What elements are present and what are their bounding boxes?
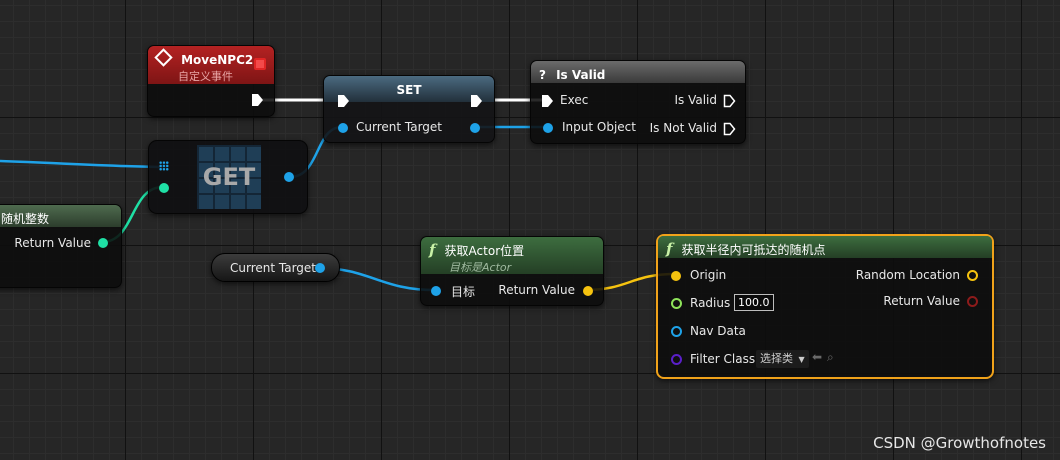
filter-class-select[interactable]: 选择类 ▼ xyxy=(756,350,809,368)
get-random-reachable-title: 获取半径内可抵达的随机点 xyxy=(681,243,826,257)
get-actor-location-target-label: 目标 xyxy=(451,285,476,299)
custom-event-node[interactable]: MoveNPC2 自定义事件 xyxy=(147,45,275,117)
nav-data-in-pin[interactable] xyxy=(671,326,682,337)
radius-label: Radius xyxy=(690,296,731,310)
get-actor-location-target-pin[interactable] xyxy=(431,286,441,296)
set-current-target-out-pin[interactable] xyxy=(470,123,480,133)
is-valid-exec-in-pin[interactable] xyxy=(541,94,554,108)
question-icon: ? xyxy=(539,68,546,82)
return-value-label: Return Value xyxy=(883,294,960,308)
function-icon: f xyxy=(666,240,673,258)
custom-event-subtitle: 自定义事件 xyxy=(178,70,233,83)
is-valid-exec-label: Exec xyxy=(560,93,589,107)
radius-in-pin[interactable] xyxy=(671,298,682,309)
current-target-getter-label: Current Target xyxy=(230,261,317,275)
is-valid-input-object-pin[interactable] xyxy=(543,123,553,133)
get-actor-location-node[interactable]: f 获取Actor位置 目标是Actor 目标 Return Value xyxy=(420,236,604,306)
function-icon: f xyxy=(429,241,436,259)
set-current-target-label: Current Target xyxy=(356,120,443,134)
browse-search-icon[interactable]: ⌕ xyxy=(827,350,834,365)
get-out-pin[interactable] xyxy=(284,172,294,182)
use-selected-arrow-icon[interactable]: ⬅ xyxy=(812,350,822,364)
filter-class-in-pin[interactable] xyxy=(671,354,682,365)
origin-in-pin[interactable] xyxy=(671,271,681,281)
object-wire-left-get[interactable] xyxy=(0,159,163,169)
get-index-in-pin[interactable] xyxy=(159,183,169,193)
nav-data-label: Nav Data xyxy=(690,324,746,338)
set-node[interactable]: SET Current Target xyxy=(323,75,495,143)
set-exec-in-pin[interactable] xyxy=(337,94,350,108)
get-random-reachable-point-node[interactable]: f 获取半径内可抵达的随机点 Origin Radius 100.0 Nav D… xyxy=(656,234,994,379)
is-valid-out-label: Is Valid xyxy=(674,93,717,107)
is-valid-node[interactable]: ? Is Valid Exec Input Object Is Valid Is… xyxy=(530,60,746,144)
return-value-out-pin[interactable] xyxy=(967,296,978,307)
random-integer-node[interactable]: 随机整数 Return Value xyxy=(0,204,122,288)
get-title-box: GET xyxy=(197,145,261,209)
get-random-reachable-header: f 获取半径内可抵达的随机点 xyxy=(658,236,992,258)
array-grid-icon xyxy=(159,161,169,171)
chevron-down-icon: ▼ xyxy=(798,355,805,364)
event-exec-out-pin[interactable] xyxy=(251,93,264,107)
filter-class-select-value: 选择类 xyxy=(760,352,793,365)
watermark: CSDN @Growthofnotes xyxy=(873,434,1046,452)
random-integer-header: 随机整数 xyxy=(0,205,121,227)
get-actor-location-return-pin[interactable] xyxy=(583,286,593,296)
get-actor-location-return-label: Return Value xyxy=(498,283,575,297)
filter-class-label: Filter Class xyxy=(690,352,756,366)
get-title: GET xyxy=(202,163,256,191)
get-actor-location-header: f 获取Actor位置 目标是Actor xyxy=(421,237,603,274)
array-get-node[interactable]: GET xyxy=(148,140,308,214)
get-actor-location-subtitle: 目标是Actor xyxy=(449,261,512,274)
radius-value-input[interactable]: 100.0 xyxy=(734,294,774,311)
is-valid-exec-out-pin[interactable] xyxy=(723,94,736,108)
random-location-out-pin[interactable] xyxy=(967,270,978,281)
event-diamond-icon xyxy=(154,48,173,67)
random-integer-title: 随机整数 xyxy=(1,212,50,226)
set-exec-out-pin[interactable] xyxy=(470,94,483,108)
set-current-target-in-pin[interactable] xyxy=(338,123,348,133)
is-not-valid-exec-out-pin[interactable] xyxy=(723,122,736,136)
is-not-valid-out-label: Is Not Valid xyxy=(649,121,717,135)
random-integer-return-pin[interactable] xyxy=(98,238,108,248)
custom-event-title: MoveNPC2 xyxy=(181,53,254,67)
set-title: SET xyxy=(396,83,422,97)
random-integer-return-label: Return Value xyxy=(14,236,91,250)
current-target-getter-pin[interactable] xyxy=(315,263,325,273)
random-location-label: Random Location xyxy=(855,268,960,282)
origin-label: Origin xyxy=(690,268,727,282)
current-target-getter[interactable]: Current Target xyxy=(211,253,340,282)
delegate-pin-icon[interactable] xyxy=(254,58,266,70)
is-valid-header: ? Is Valid xyxy=(531,61,745,83)
is-valid-input-object-label: Input Object xyxy=(562,120,636,134)
get-actor-location-title: 获取Actor位置 xyxy=(444,244,525,258)
is-valid-title: Is Valid xyxy=(556,68,606,82)
